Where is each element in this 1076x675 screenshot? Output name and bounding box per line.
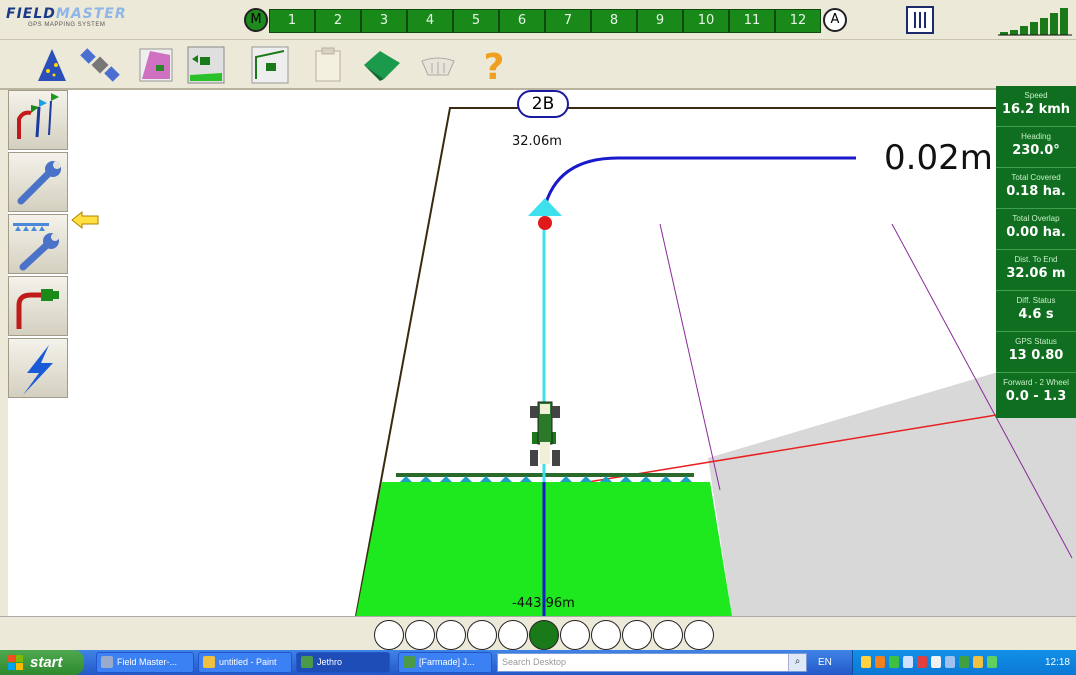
section-indicator-11	[684, 620, 714, 650]
terrain-icon[interactable]	[362, 45, 402, 85]
lane-badge: 2B	[517, 90, 569, 118]
field-master-screen: FIELDMASTER GPS MAPPING SYSTEM M 1 2 3 4…	[0, 0, 1076, 675]
tractor-icon	[530, 401, 560, 466]
tray-icon[interactable]	[917, 656, 927, 668]
field-map-icon[interactable]	[136, 45, 176, 85]
settings-button[interactable]	[8, 152, 68, 212]
section-button-1[interactable]: 1	[269, 9, 315, 33]
satellite-icon[interactable]	[80, 45, 120, 85]
flags-icon	[17, 93, 59, 139]
tray-icon[interactable]	[959, 656, 969, 668]
wizard-icon[interactable]	[32, 45, 72, 85]
toolbar: ?	[0, 40, 1076, 90]
stat-speed: Speed 16.2 kmh	[996, 86, 1076, 127]
tray-icon[interactable]	[987, 656, 997, 668]
pause-icon[interactable]	[906, 6, 934, 34]
taskbar-item-jethro[interactable]: Jethro	[296, 652, 390, 673]
stat-gps-status: GPS Status 13 0.80	[996, 332, 1076, 373]
app-logo: FIELDMASTER GPS MAPPING SYSTEM	[6, 6, 127, 28]
stat-dist-to-end: Dist. To End 32.06 m	[996, 250, 1076, 291]
signal-strength-icon	[998, 8, 1072, 36]
stat-total-overlap: Total Overlap 0.00 ha.	[996, 209, 1076, 250]
search-icon[interactable]: ⌕	[788, 654, 806, 671]
section-indicator-8	[591, 620, 621, 650]
section-indicator-5	[498, 620, 528, 650]
windows-taskbar: start Field Master-... untitled - Paint …	[0, 650, 1076, 675]
pointer-arrow-icon	[71, 210, 99, 230]
stat-total-covered: Total Covered 0.18 ha.	[996, 168, 1076, 209]
field-tractor-icon[interactable]	[186, 45, 226, 85]
section-buttons: 1 2 3 4 5 6 7 8 9 10 11 12	[269, 9, 821, 33]
stats-panel: Speed 16.2 kmh Heading 230.0° Total Covere…	[996, 86, 1076, 418]
cross-track-error-label: 0.02m	[884, 138, 993, 178]
section-button-5[interactable]: 5	[453, 9, 499, 33]
section-indicator-bar	[0, 616, 1076, 650]
steering-icon	[16, 289, 59, 329]
section-indicator-3	[436, 620, 466, 650]
section-button-10[interactable]: 10	[683, 9, 729, 33]
steering-button[interactable]	[8, 276, 68, 336]
clipboard-icon[interactable]	[308, 45, 348, 85]
window-icon	[403, 656, 415, 668]
window-icon	[101, 656, 113, 668]
section-button-8[interactable]: 8	[591, 9, 637, 33]
wrench-icon	[17, 161, 61, 205]
windows-logo-icon	[8, 655, 23, 670]
stat-forward-2-wheel: Forward - 2 Wheel 0.0 - 1.3	[1003, 378, 1069, 404]
section-indicators	[374, 620, 715, 650]
section-indicator-9	[622, 620, 652, 650]
guidance-map[interactable]: 2B 32.06m 0.02m -443.96m	[8, 90, 1076, 616]
help-icon[interactable]: ?	[474, 45, 514, 85]
section-indicator-4	[467, 620, 497, 650]
section-button-4[interactable]: 4	[407, 9, 453, 33]
boom-settings-button[interactable]	[8, 214, 68, 274]
section-indicator-1	[374, 620, 404, 650]
section-button-2[interactable]: 2	[315, 9, 361, 33]
taskbar-item-farmade[interactable]: [Farmade] J...	[398, 652, 492, 673]
section-button-12[interactable]: 12	[775, 9, 821, 33]
stat-heading: Heading 230.0°	[996, 127, 1076, 168]
tray-icon[interactable]	[903, 656, 913, 668]
section-indicator-2	[405, 620, 435, 650]
top-bar: FIELDMASTER GPS MAPPING SYSTEM M 1 2 3 4…	[0, 0, 1076, 40]
boom-icon[interactable]	[418, 45, 458, 85]
side-menu	[8, 90, 68, 400]
section-indicator-6	[529, 620, 559, 650]
tray-icons	[861, 656, 1001, 670]
tray-icon[interactable]	[861, 656, 871, 668]
master-section-button[interactable]: M	[244, 8, 268, 32]
field-guidance-icon[interactable]	[250, 45, 290, 85]
tray-icon[interactable]	[875, 656, 885, 668]
section-button-6[interactable]: 6	[499, 9, 545, 33]
taskbar-item-paint[interactable]: untitled - Paint	[198, 652, 292, 673]
section-indicator-10	[653, 620, 683, 650]
language-indicator[interactable]: EN	[818, 650, 832, 675]
tray-icon[interactable]	[973, 656, 983, 668]
lightning-icon	[23, 345, 53, 395]
taskbar-item-field-master[interactable]: Field Master-...	[96, 652, 194, 673]
desktop-search-input[interactable]: Search Desktop	[497, 653, 807, 672]
window-icon	[301, 656, 313, 668]
distance-behind-label: -443.96m	[512, 596, 575, 611]
start-button[interactable]: start	[0, 650, 84, 675]
clock[interactable]: 12:18	[1045, 650, 1070, 675]
auto-section-button[interactable]: A	[823, 8, 847, 32]
tray-icon[interactable]	[945, 656, 955, 668]
stat-diff-status: Diff. Status 4.6 s	[996, 291, 1076, 332]
flags-button[interactable]	[8, 90, 68, 150]
tray-icon[interactable]	[931, 656, 941, 668]
section-button-7[interactable]: 7	[545, 9, 591, 33]
distance-ahead-label: 32.06m	[512, 134, 562, 149]
power-button[interactable]	[8, 338, 68, 398]
tray-icon[interactable]	[889, 656, 899, 668]
section-button-3[interactable]: 3	[361, 9, 407, 33]
system-tray: 12:18	[852, 650, 1076, 675]
svg-text:?: ?	[484, 47, 505, 85]
section-button-9[interactable]: 9	[637, 9, 683, 33]
section-indicator-7	[560, 620, 590, 650]
paint-icon	[203, 656, 215, 668]
section-button-11[interactable]: 11	[729, 9, 775, 33]
boom-settings-icon	[13, 223, 59, 271]
